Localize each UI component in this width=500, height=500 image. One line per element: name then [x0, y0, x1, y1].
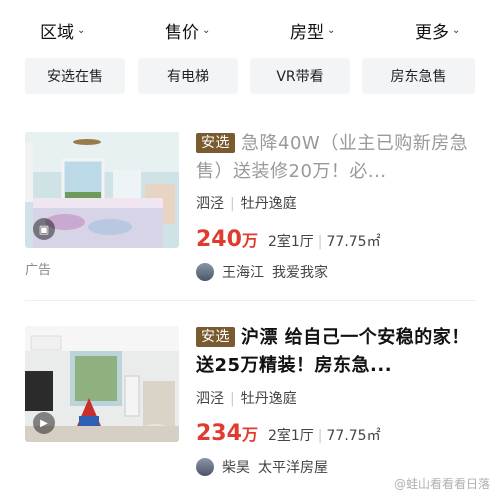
filter-layout[interactable]: 房型 ⌄: [290, 18, 335, 43]
vr-icon[interactable]: ▣: [33, 218, 55, 240]
tag-elevator[interactable]: 有电梯: [138, 58, 238, 94]
filter-price-label: 售价: [165, 23, 199, 43]
listing-community: 牡丹逸庭: [240, 196, 297, 212]
divider: [25, 300, 475, 301]
listing-location: 泗泾 | 牡丹逸庭: [196, 391, 297, 407]
video-play-icon[interactable]: ▶: [33, 412, 55, 434]
avatar: [196, 458, 214, 476]
anxuan-badge: 安选: [196, 133, 235, 153]
filter-layout-label: 房型: [290, 23, 324, 43]
quick-filter-tags: 安选在售 有电梯 VR带看 房东急售: [0, 58, 500, 94]
chevron-down-icon: ⌄: [77, 25, 86, 36]
watermark: @蛙山看看看日落: [393, 477, 490, 491]
filter-bar: 区域 ⌄ 售价 ⌄ 房型 ⌄ 更多 ⌄: [0, 12, 500, 48]
agent-name: 王海江: [222, 265, 264, 281]
tag-anxuan-on-sale[interactable]: 安选在售: [25, 58, 125, 94]
listing-price-unit: 万: [241, 231, 258, 250]
listing-title-text: 急降40W（业主已购新房急售）送装修20万！必...: [196, 133, 469, 182]
listing-price-row: 240 万 2室1厅 | 77.75㎡: [196, 227, 381, 252]
filter-more[interactable]: 更多 ⌄: [415, 18, 460, 43]
agent-company: 太平洋房屋: [258, 460, 328, 476]
agent-company: 我爱我家: [272, 265, 328, 281]
filter-more-label: 更多: [415, 23, 449, 43]
listing-price: 234: [196, 421, 242, 446]
ad-label: 广告: [25, 263, 52, 278]
agent-info[interactable]: 王海江 我爱我家: [196, 262, 328, 282]
anxuan-badge: 安选: [196, 327, 235, 347]
listing-district: 泗泾: [196, 196, 224, 212]
listing-price-row: 234 万 2室1厅 | 77.75㎡: [196, 421, 381, 446]
tag-vr-tour[interactable]: VR带看: [250, 58, 350, 94]
listing-location: 泗泾 | 牡丹逸庭: [196, 196, 297, 212]
chevron-down-icon: ⌄: [202, 25, 211, 36]
listing-photo[interactable]: ▣: [25, 132, 179, 248]
agent-name: 柴昊: [222, 460, 250, 476]
listing-photo[interactable]: ▶: [25, 326, 179, 442]
listing-layout: 2室1厅: [267, 428, 314, 444]
listing-area: 77.75㎡: [326, 428, 381, 444]
filter-price[interactable]: 售价 ⌄: [165, 18, 210, 43]
chevron-down-icon: ⌄: [452, 25, 461, 36]
listing-area: 77.75㎡: [326, 234, 381, 250]
filter-region-label: 区域: [40, 23, 74, 43]
listing-title[interactable]: 安选 沪漂 给自己一个安稳的家！送25万精装！房东急...: [196, 324, 476, 380]
listing-community: 牡丹逸庭: [240, 391, 297, 407]
tag-urgent-sale[interactable]: 房东急售: [362, 58, 475, 94]
filter-region[interactable]: 区域 ⌄: [40, 18, 85, 43]
listing-price: 240: [196, 227, 242, 252]
avatar: [196, 263, 214, 281]
listing-title-text: 沪漂 给自己一个安稳的家！送25万精装！房东急...: [196, 327, 470, 376]
listing-district: 泗泾: [196, 391, 224, 407]
chevron-down-icon: ⌄: [327, 25, 336, 36]
agent-info[interactable]: 柴昊 太平洋房屋: [196, 457, 328, 477]
listing-price-unit: 万: [241, 425, 258, 444]
listing-layout: 2室1厅: [267, 234, 314, 250]
listing-title[interactable]: 安选 急降40W（业主已购新房急售）送装修20万！必...: [196, 130, 476, 186]
